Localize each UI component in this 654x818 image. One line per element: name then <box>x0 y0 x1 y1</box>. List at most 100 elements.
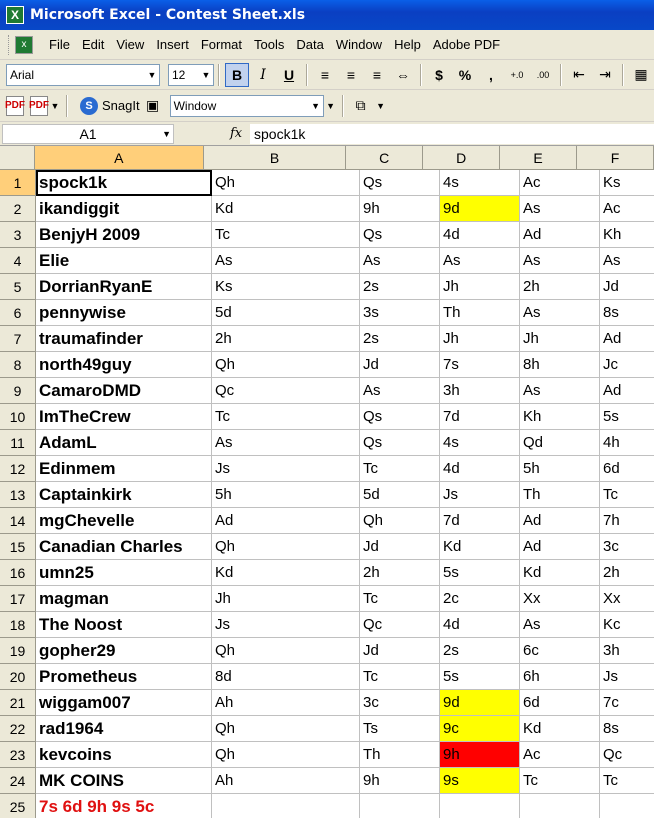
row-header[interactable]: 14 <box>0 508 36 534</box>
name-box[interactable]: A1 ▼ <box>2 123 174 144</box>
increase-indent-icon[interactable]: ⇥ <box>593 63 617 87</box>
cell-b22[interactable]: Qh <box>212 716 360 742</box>
cell-f20[interactable]: Js <box>600 664 654 690</box>
menu-format[interactable]: Format <box>195 37 248 52</box>
cell-b9[interactable]: Qc <box>212 378 360 404</box>
cell-a4[interactable]: Elie <box>36 248 212 274</box>
cell-a10[interactable]: ImTheCrew <box>36 404 212 430</box>
cell-d12[interactable]: 4d <box>440 456 520 482</box>
cell-f1[interactable]: Ks <box>600 170 654 196</box>
cell-d22[interactable]: 9c <box>440 716 520 742</box>
row-header[interactable]: 9 <box>0 378 36 404</box>
cell-f7[interactable]: Ad <box>600 326 654 352</box>
cell-b18[interactable]: Js <box>212 612 360 638</box>
cell-b25[interactable] <box>212 794 360 818</box>
cell-f22[interactable]: 8s <box>600 716 654 742</box>
cell-a20[interactable]: Prometheus <box>36 664 212 690</box>
row-header[interactable]: 2 <box>0 196 36 222</box>
cell-b13[interactable]: 5h <box>212 482 360 508</box>
cell-c3[interactable]: Qs <box>360 222 440 248</box>
row-header[interactable]: 6 <box>0 300 36 326</box>
cell-f19[interactable]: 3h <box>600 638 654 664</box>
currency-button[interactable]: $ <box>427 63 451 87</box>
cell-f3[interactable]: Kh <box>600 222 654 248</box>
row-header[interactable]: 16 <box>0 560 36 586</box>
cell-c19[interactable]: Jd <box>360 638 440 664</box>
cell-e6[interactable]: As <box>520 300 600 326</box>
row-header[interactable]: 1 <box>0 170 36 196</box>
row-header[interactable]: 8 <box>0 352 36 378</box>
cell-e2[interactable]: As <box>520 196 600 222</box>
cell-b10[interactable]: Tc <box>212 404 360 430</box>
menu-insert[interactable]: Insert <box>150 37 195 52</box>
cell-e20[interactable]: 6h <box>520 664 600 690</box>
cell-c14[interactable]: Qh <box>360 508 440 534</box>
cell-f12[interactable]: 6d <box>600 456 654 482</box>
cell-c18[interactable]: Qc <box>360 612 440 638</box>
cell-b21[interactable]: Ah <box>212 690 360 716</box>
cell-a5[interactable]: DorrianRyanE <box>36 274 212 300</box>
cell-f4[interactable]: As <box>600 248 654 274</box>
align-center-icon[interactable]: ≡ <box>339 63 363 87</box>
pdf-email-icon[interactable]: PDF <box>29 95 49 116</box>
snagit-button[interactable]: S SnagIt <box>80 96 140 115</box>
cell-d6[interactable]: Th <box>440 300 520 326</box>
cell-c24[interactable]: 9h <box>360 768 440 794</box>
cell-e10[interactable]: Kh <box>520 404 600 430</box>
cell-c21[interactable]: 3c <box>360 690 440 716</box>
cell-d4[interactable]: As <box>440 248 520 274</box>
row-header[interactable]: 24 <box>0 768 36 794</box>
network-icon[interactable]: ⧉ <box>349 94 373 118</box>
cell-a17[interactable]: magman <box>36 586 212 612</box>
cell-f5[interactable]: Jd <box>600 274 654 300</box>
cell-a1[interactable]: spock1k <box>36 170 212 196</box>
formula-input[interactable]: spock1k <box>250 123 654 144</box>
cell-b1[interactable]: Qh <box>212 170 360 196</box>
font-name-combo[interactable]: Arial ▼ <box>6 63 160 86</box>
menu-window[interactable]: Window <box>330 37 388 52</box>
toolbar-options-icon[interactable]: ▼ <box>375 94 387 118</box>
cell-f18[interactable]: Kc <box>600 612 654 638</box>
column-header-a[interactable]: A <box>34 146 204 170</box>
cell-e9[interactable]: As <box>520 378 600 404</box>
cell-d14[interactable]: 7d <box>440 508 520 534</box>
cell-c9[interactable]: As <box>360 378 440 404</box>
snagit-capture-icon[interactable]: ▣ <box>141 94 165 118</box>
cell-b19[interactable]: Qh <box>212 638 360 664</box>
cell-b17[interactable]: Jh <box>212 586 360 612</box>
row-header[interactable]: 13 <box>0 482 36 508</box>
cell-a12[interactable]: Edinmem <box>36 456 212 482</box>
select-all-corner[interactable] <box>0 146 35 170</box>
cell-a19[interactable]: gopher29 <box>36 638 212 664</box>
cell-f15[interactable]: 3c <box>600 534 654 560</box>
row-header[interactable]: 20 <box>0 664 36 690</box>
cell-e23[interactable]: Ac <box>520 742 600 768</box>
cell-e19[interactable]: 6c <box>520 638 600 664</box>
cell-e18[interactable]: As <box>520 612 600 638</box>
cell-b4[interactable]: As <box>212 248 360 274</box>
merge-center-icon[interactable]: ⇔ <box>391 63 415 87</box>
cell-f6[interactable]: 8s <box>600 300 654 326</box>
row-header[interactable]: 19 <box>0 638 36 664</box>
cell-a2[interactable]: ikandiggit <box>36 196 212 222</box>
menu-adobe-pdf[interactable]: Adobe PDF <box>427 37 506 52</box>
cell-c11[interactable]: Qs <box>360 430 440 456</box>
cell-c16[interactable]: 2h <box>360 560 440 586</box>
cell-d21[interactable]: 9d <box>440 690 520 716</box>
cell-e1[interactable]: Ac <box>520 170 600 196</box>
borders-icon[interactable]: ▦ <box>629 63 653 87</box>
cell-c1[interactable]: Qs <box>360 170 440 196</box>
cell-f21[interactable]: 7c <box>600 690 654 716</box>
cell-d10[interactable]: 7d <box>440 404 520 430</box>
cell-e22[interactable]: Kd <box>520 716 600 742</box>
cell-a14[interactable]: mgChevelle <box>36 508 212 534</box>
cell-d5[interactable]: Jh <box>440 274 520 300</box>
cell-a25[interactable]: 7s 6d 9h 9s 5c <box>36 794 212 818</box>
column-header-c[interactable]: C <box>346 146 424 170</box>
cell-e7[interactable]: Jh <box>520 326 600 352</box>
cell-e16[interactable]: Kd <box>520 560 600 586</box>
chevron-down-icon[interactable]: ▼ <box>199 65 213 85</box>
cell-a7[interactable]: traumafinder <box>36 326 212 352</box>
cell-f17[interactable]: Xx <box>600 586 654 612</box>
cell-d23[interactable]: 9h <box>440 742 520 768</box>
